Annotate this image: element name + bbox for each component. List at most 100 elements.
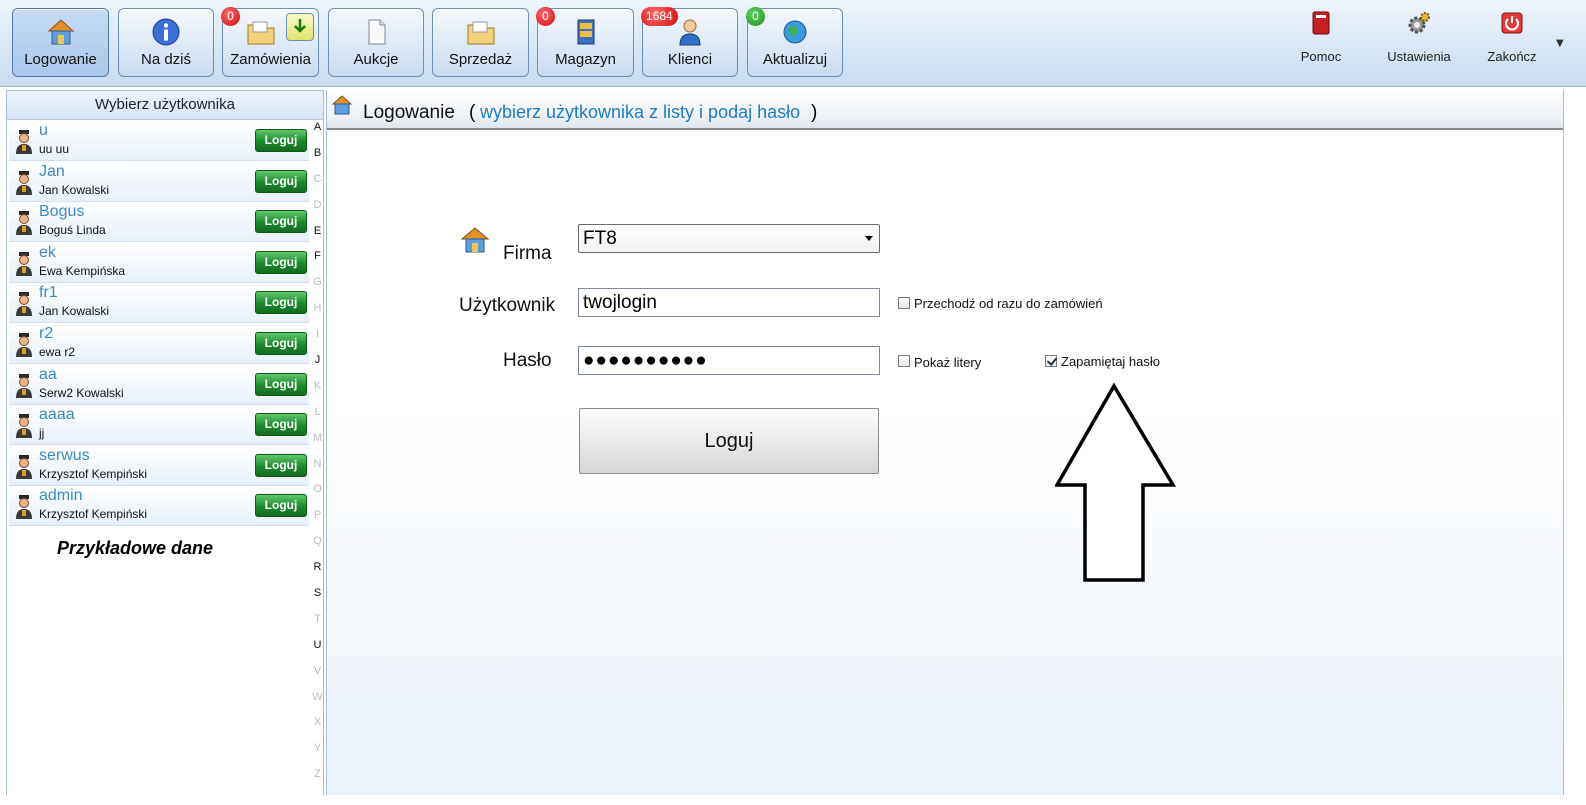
user-row[interactable]: Bogus Boguś Linda Loguj [9, 203, 309, 243]
user-icon [16, 332, 32, 357]
quick-login-button[interactable]: Loguj [255, 372, 307, 396]
user-row[interactable]: aa Serw2 Kowalski Loguj [9, 365, 309, 405]
alphabet-letter[interactable]: K [310, 380, 325, 406]
user-row[interactable]: aaaa jj Loguj [9, 406, 309, 446]
alphabet-letter[interactable]: T [310, 613, 325, 639]
alphabet-letter[interactable]: D [310, 199, 325, 225]
alphabet-letter[interactable]: J [310, 354, 325, 380]
go-to-orders-checkbox[interactable] [898, 297, 910, 309]
alphabet-letter[interactable]: V [310, 665, 325, 691]
alphabet-letter[interactable]: Z [310, 768, 325, 794]
user-row[interactable]: u uu uu Loguj [9, 122, 309, 161]
help-button[interactable]: Pomoc [1275, 6, 1367, 72]
up-arrow-annotation-icon [1055, 382, 1177, 582]
password-value: ●●●●●●●●●● [583, 350, 708, 371]
user-login: serwus [39, 446, 90, 464]
quick-login-button[interactable]: Loguj [255, 169, 307, 193]
alphabet-letter[interactable]: E [310, 225, 325, 251]
toolbar-button-na-dzis[interactable]: Na dziś [118, 8, 214, 77]
user-row[interactable]: fr1 Jan Kowalski Loguj [9, 284, 309, 324]
toolbar-label: Na dziś [140, 51, 192, 68]
info-icon [152, 18, 180, 46]
toolbar-label: Zakończ [1487, 49, 1537, 64]
quick-login-button[interactable]: Loguj [255, 291, 307, 315]
alphabet-letter[interactable]: G [310, 276, 325, 302]
firma-label: Firma [503, 243, 552, 264]
user-row[interactable]: admin Krzysztof Kempiński Loguj [9, 487, 309, 527]
user-login: admin [39, 487, 83, 505]
form-header: Logowanie ( wybierz użytkownika z listy … [327, 90, 1563, 130]
quick-login-button[interactable]: Loguj [255, 413, 307, 437]
toolbar-button-aukcje[interactable]: Aukcje [328, 8, 424, 77]
password-input[interactable]: ●●●●●●●●●● [578, 346, 880, 375]
user-icon [16, 170, 32, 195]
download-icon [286, 13, 314, 41]
user-list: u uu uu Loguj Jan Jan Kowalski Loguj Bogus Bogu… [9, 122, 309, 528]
toolbar-button-zamowienia[interactable]: 0 Zamówienia [221, 7, 319, 77]
alphabet-letter[interactable]: P [310, 509, 325, 535]
toolbar-button-sprzedaz[interactable]: Sprzedaż [432, 8, 529, 77]
alphabet-letter[interactable]: S [310, 587, 325, 613]
alphabet-letter[interactable]: U [310, 639, 325, 665]
user-icon [16, 130, 32, 154]
login-button[interactable]: Loguj [579, 408, 879, 474]
panel-header: Wybierz użytkownika [7, 91, 323, 120]
alphabet-letter[interactable]: O [310, 483, 325, 509]
alphabet-letter[interactable]: M [310, 432, 325, 458]
quick-login-button[interactable]: Loguj [255, 210, 307, 234]
exit-button[interactable]: Zakończ [1466, 6, 1558, 72]
alphabet-letter[interactable]: C [310, 173, 325, 199]
toolbar-label: Pomoc [1300, 49, 1342, 64]
alphabet-letter[interactable]: W [310, 691, 325, 717]
login-form-area: Logowanie ( wybierz użytkownika z listy … [326, 90, 1564, 796]
chevron-down-icon[interactable]: ▼ [1556, 38, 1564, 49]
alphabet-letter[interactable]: A [310, 121, 325, 147]
user-icon [16, 211, 32, 236]
toolbar-label: Ustawienia [1387, 49, 1451, 64]
alphabet-letter[interactable]: R [310, 561, 325, 587]
user-row[interactable]: serwus Krzysztof Kempiński Loguj [9, 446, 309, 486]
show-letters-checkbox[interactable] [898, 355, 910, 367]
user-fullname: Jan Kowalski [39, 304, 110, 319]
quick-login-button[interactable]: Loguj [255, 250, 307, 274]
username-input[interactable]: twojlogin [578, 288, 880, 317]
company-select[interactable]: FT8 [578, 224, 880, 253]
alphabet-letter[interactable]: I [310, 328, 325, 354]
user-fullname: Ewa Kempińska [39, 263, 126, 278]
quick-login-button[interactable]: Loguj [255, 331, 307, 355]
remember-password-checkbox[interactable] [1045, 355, 1057, 367]
remember-password-label: Zapamiętaj hasło [1061, 354, 1160, 369]
alphabet-letter[interactable]: Q [310, 535, 325, 561]
toolbar-label: Zamówienia [230, 51, 311, 68]
user-row[interactable]: Jan Jan Kowalski Loguj [9, 162, 309, 202]
settings-button[interactable]: Ustawienia [1373, 6, 1465, 72]
page-hint: wybierz użytkownika z listy i podaj hasł… [480, 102, 801, 122]
alphabet-letter[interactable]: H [310, 302, 325, 328]
updates-count-badge: 0 [746, 7, 765, 26]
quick-login-button[interactable]: Loguj [255, 453, 307, 477]
user-fullname: uu uu [39, 142, 70, 156]
alphabet-letter[interactable]: Y [310, 742, 325, 768]
user-row[interactable]: ek Ewa Kempińska Loguj [9, 243, 309, 283]
page-title: Logowanie [363, 102, 455, 123]
user-login: aaaa [39, 406, 75, 424]
user-login: aa [39, 365, 57, 383]
orders-count-badge: 0 [221, 7, 240, 26]
company-select-value: FT8 [583, 228, 617, 249]
quick-login-button[interactable]: Loguj [255, 494, 307, 518]
alphabet-letter[interactable]: N [310, 458, 325, 484]
alphabet-letter[interactable]: B [310, 147, 325, 173]
user-fullname: Krzysztof Kempiński [39, 507, 148, 522]
toolbar-button-magazyn[interactable]: 0 Magazyn [536, 7, 634, 77]
toolbar-button-logowanie[interactable]: Logowanie [12, 8, 109, 77]
toolbar-button-aktualizuj[interactable]: 0 Aktualizuj [746, 7, 843, 77]
toolbar-button-klienci[interactable]: 1684 Klienci [641, 7, 738, 77]
alphabet-letter[interactable]: X [310, 716, 325, 742]
user-row[interactable]: r2 ewa r2 Loguj [9, 324, 309, 364]
user-fullname: Serw2 Kowalski [39, 385, 124, 400]
alphabet-letter[interactable]: F [310, 250, 325, 276]
quick-login-button[interactable]: Loguj [255, 129, 307, 152]
user-login: ek [39, 243, 56, 261]
alphabet-letter[interactable]: L [310, 406, 325, 432]
user-fullname: ewa r2 [39, 344, 76, 359]
